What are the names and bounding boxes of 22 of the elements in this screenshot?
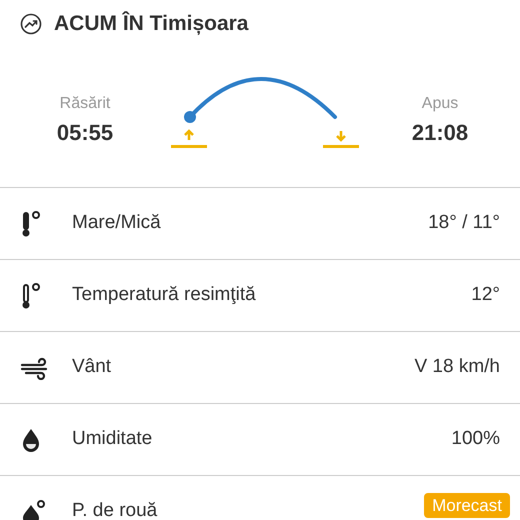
row-value: V 18 km/h [414,355,500,380]
water-drop-icon [20,426,42,452]
wind-icon [20,356,50,380]
row-value: 12° [471,283,500,308]
row-label: P. de rouă [72,499,158,520]
row-value: 18° / 11° [428,211,500,236]
row-label: Vânt [72,355,112,380]
sunrise-label: Răsărit [60,94,110,114]
row-label: Umiditate [72,427,152,452]
sunset-time: 21:08 [412,119,468,147]
row-value: 100% [451,427,500,452]
thermometer-icon [20,210,42,238]
dew-drop-icon [20,498,46,520]
page-title: ACUM ÎN Timișoara [54,10,248,38]
row-label: Temperatură resimţită [72,283,256,308]
row-label: Mare/Mică [72,211,161,236]
thermometer-icon [20,282,42,310]
sunset-label: Apus [422,94,458,114]
morecast-badge: Morecast [424,492,510,518]
trend-icon [20,13,42,35]
sunrise-time: 05:55 [56,119,114,147]
sunrise-icon [170,127,208,149]
